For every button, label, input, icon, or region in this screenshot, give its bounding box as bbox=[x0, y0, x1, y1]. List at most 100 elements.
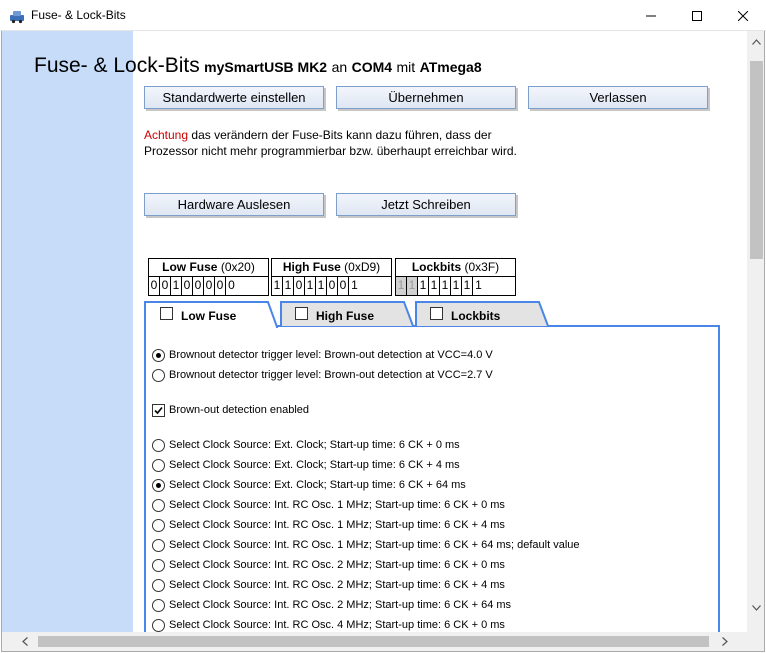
fuse-bit[interactable]: 1 bbox=[462, 277, 473, 295]
option-row[interactable]: Select Clock Source: Int. RC Osc. 2 MHz;… bbox=[152, 557, 505, 573]
fuse-bit[interactable]: 1 bbox=[272, 277, 283, 295]
scroll-up-icon[interactable] bbox=[748, 33, 764, 50]
checkbox[interactable] bbox=[152, 403, 165, 417]
warning-text: Achtung das verändern der Fuse-Bits kann… bbox=[144, 128, 524, 159]
option-row[interactable]: Select Clock Source: Int. RC Osc. 1 MHz;… bbox=[152, 517, 505, 533]
option-row[interactable]: Select Clock Source: Int. RC Osc. 1 MHz;… bbox=[152, 537, 580, 553]
minimize-button[interactable] bbox=[628, 0, 674, 31]
fuse-hex: (0xD9) bbox=[344, 260, 381, 274]
page-title-main: Fuse- & Lock-Bits bbox=[34, 54, 200, 77]
tab-low-fuse-label: Low Fuse bbox=[181, 309, 237, 323]
high-fuse-bits: 11011001 bbox=[272, 277, 391, 295]
tab-high-fuse[interactable]: High Fuse bbox=[280, 301, 414, 327]
fuse-bit[interactable]: 0 bbox=[327, 277, 338, 295]
option-row[interactable]: Select Clock Source: Int. RC Osc. 2 MHz;… bbox=[152, 577, 505, 593]
option-row[interactable]: Select Clock Source: Ext. Clock; Start-u… bbox=[152, 437, 460, 453]
low-fuse-box: Low Fuse (0x20) 00100000 bbox=[148, 258, 269, 296]
vertical-scroll-thumb[interactable] bbox=[750, 61, 763, 259]
fuse-bit[interactable]: 1 bbox=[429, 277, 440, 295]
option-row[interactable]: Brownout detector trigger level: Brown-o… bbox=[152, 347, 493, 363]
option-label: Select Clock Source: Int. RC Osc. 1 MHz;… bbox=[169, 519, 505, 531]
tab-lockbits-checkbox[interactable] bbox=[430, 307, 443, 320]
option-row[interactable]: Brown-out detection enabled bbox=[152, 402, 309, 418]
fuse-bit[interactable]: 1 bbox=[440, 277, 451, 295]
fuse-bit[interactable]: 0 bbox=[182, 277, 193, 295]
fuse-bit[interactable]: 0 bbox=[294, 277, 305, 295]
option-row[interactable]: Select Clock Source: Ext. Clock; Start-u… bbox=[152, 477, 466, 493]
fuse-bit[interactable]: 1 bbox=[305, 277, 316, 295]
tab-high-fuse-checkbox[interactable] bbox=[295, 307, 308, 320]
radio-button[interactable] bbox=[152, 578, 165, 592]
fuse-name: Low Fuse bbox=[162, 260, 218, 274]
vertical-scrollbar[interactable] bbox=[747, 31, 764, 632]
radio-button[interactable] bbox=[152, 538, 165, 552]
fuse-bit[interactable]: 0 bbox=[338, 277, 349, 295]
maximize-icon bbox=[692, 10, 702, 21]
horizontal-scroll-thumb[interactable] bbox=[38, 636, 709, 647]
maximize-button[interactable] bbox=[674, 0, 720, 31]
apply-button[interactable]: Übernehmen bbox=[336, 86, 516, 109]
radio-button[interactable] bbox=[152, 348, 165, 362]
title-bar: Fuse- & Lock-Bits bbox=[0, 0, 766, 31]
fuse-bit[interactable]: 1 bbox=[473, 277, 484, 295]
fuse-bit[interactable]: 0 bbox=[204, 277, 215, 295]
write-now-button[interactable]: Jetzt Schreiben bbox=[336, 193, 516, 216]
option-row[interactable]: Select Clock Source: Int. RC Osc. 4 MHz;… bbox=[152, 617, 505, 632]
fuse-bit[interactable]: 1 bbox=[396, 277, 407, 295]
fuse-name: High Fuse bbox=[282, 260, 341, 274]
fuse-bit[interactable]: 0 bbox=[160, 277, 171, 295]
set-defaults-button[interactable]: Standardwerte einstellen bbox=[144, 86, 324, 109]
tab-lockbits[interactable]: Lockbits bbox=[415, 301, 549, 327]
device-with-word: mit bbox=[396, 59, 416, 75]
option-label: Select Clock Source: Int. RC Osc. 4 MHz;… bbox=[169, 619, 505, 631]
tab-low-fuse[interactable]: Low Fuse bbox=[144, 301, 278, 328]
scroll-down-icon[interactable] bbox=[748, 599, 764, 616]
fuse-bit[interactable]: 0 bbox=[226, 277, 237, 295]
option-label: Select Clock Source: Int. RC Osc. 1 MHz;… bbox=[169, 539, 580, 551]
lockbits-header: Lockbits (0x3F) bbox=[396, 259, 515, 277]
fuse-bit[interactable]: 1 bbox=[451, 277, 462, 295]
radio-button[interactable] bbox=[152, 598, 165, 612]
read-hardware-button[interactable]: Hardware Auslesen bbox=[144, 193, 324, 216]
option-row[interactable]: Select Clock Source: Int. RC Osc. 2 MHz;… bbox=[152, 597, 511, 613]
fuse-name: Lockbits bbox=[411, 260, 462, 274]
radio-button[interactable] bbox=[152, 368, 165, 382]
fuse-bit[interactable]: 1 bbox=[171, 277, 182, 295]
low-fuse-bits: 00100000 bbox=[149, 277, 268, 295]
close-button[interactable] bbox=[720, 0, 766, 31]
scrollbar-corner bbox=[747, 632, 764, 651]
high-fuse-header: High Fuse (0xD9) bbox=[272, 259, 391, 277]
fuse-bit[interactable]: 0 bbox=[149, 277, 160, 295]
radio-button[interactable] bbox=[152, 518, 165, 532]
radio-button[interactable] bbox=[152, 478, 165, 492]
radio-button[interactable] bbox=[152, 458, 165, 472]
device-name: mySmartUSB MK2 bbox=[204, 59, 328, 75]
scroll-right-icon[interactable] bbox=[716, 633, 733, 650]
tab-low-fuse-checkbox[interactable] bbox=[160, 307, 173, 320]
option-row[interactable]: Select Clock Source: Ext. Clock; Start-u… bbox=[152, 457, 460, 473]
content-viewport: Fuse- & Lock-Bits mySmartUSB MK2 an COM4… bbox=[2, 31, 747, 632]
radio-button[interactable] bbox=[152, 498, 165, 512]
fuse-bit[interactable]: 1 bbox=[418, 277, 429, 295]
fuse-bit[interactable]: 1 bbox=[349, 277, 360, 295]
option-label: Select Clock Source: Int. RC Osc. 1 MHz;… bbox=[169, 499, 505, 511]
exit-button[interactable]: Verlassen bbox=[528, 86, 708, 109]
window-client: Fuse- & Lock-Bits mySmartUSB MK2 an COM4… bbox=[1, 31, 765, 652]
fuse-bit[interactable]: 0 bbox=[215, 277, 226, 295]
fuse-hex: (0x20) bbox=[220, 260, 255, 274]
warning-label: Achtung bbox=[144, 128, 189, 142]
radio-button[interactable] bbox=[152, 618, 165, 632]
radio-button[interactable] bbox=[152, 558, 165, 572]
fuse-bit[interactable]: 1 bbox=[407, 277, 418, 295]
option-row[interactable]: Brownout detector trigger level: Brown-o… bbox=[152, 367, 493, 383]
radio-button[interactable] bbox=[152, 438, 165, 452]
option-label: Brownout detector trigger level: Brown-o… bbox=[169, 369, 493, 381]
scroll-left-icon[interactable] bbox=[16, 633, 33, 650]
fuse-bit[interactable]: 1 bbox=[283, 277, 294, 295]
option-label: Select Clock Source: Int. RC Osc. 2 MHz;… bbox=[169, 599, 512, 611]
fuse-bit[interactable]: 1 bbox=[316, 277, 327, 295]
option-row[interactable]: Select Clock Source: Int. RC Osc. 1 MHz;… bbox=[152, 497, 505, 513]
fuse-bit[interactable]: 0 bbox=[193, 277, 204, 295]
port-name: COM4 bbox=[351, 59, 393, 75]
horizontal-scrollbar[interactable] bbox=[2, 632, 747, 651]
